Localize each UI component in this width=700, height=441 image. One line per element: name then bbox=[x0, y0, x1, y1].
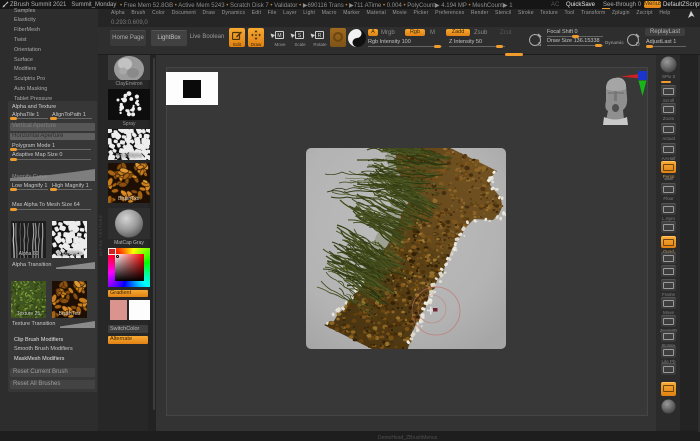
svg-text:D: D bbox=[636, 42, 640, 47]
svg-text:S: S bbox=[538, 42, 542, 47]
